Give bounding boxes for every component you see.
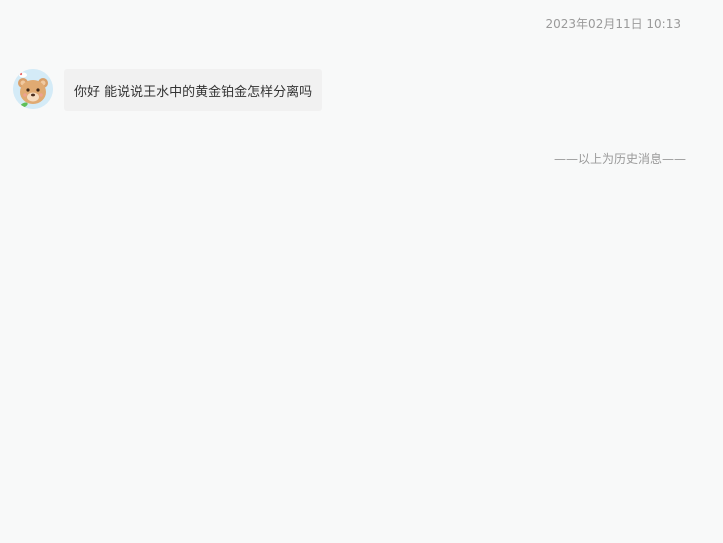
message-bubble: 你好 能说说王水中的黄金铂金怎样分离吗: [64, 69, 323, 111]
history-divider: ——以上为历史消息——: [553, 152, 686, 166]
chat-panel: 2023年02月11日 10:13 你好 能说说王水中的黄金铂金怎样分离吗 ——…: [0, 0, 723, 543]
message-row: 你好 能说说王水中的黄金铂金怎样分离吗: [13, 69, 323, 111]
user-avatar[interactable]: [13, 69, 53, 109]
message-timestamp: 2023年02月11日 10:13: [545, 17, 681, 31]
bear-avatar-icon: [13, 69, 53, 109]
